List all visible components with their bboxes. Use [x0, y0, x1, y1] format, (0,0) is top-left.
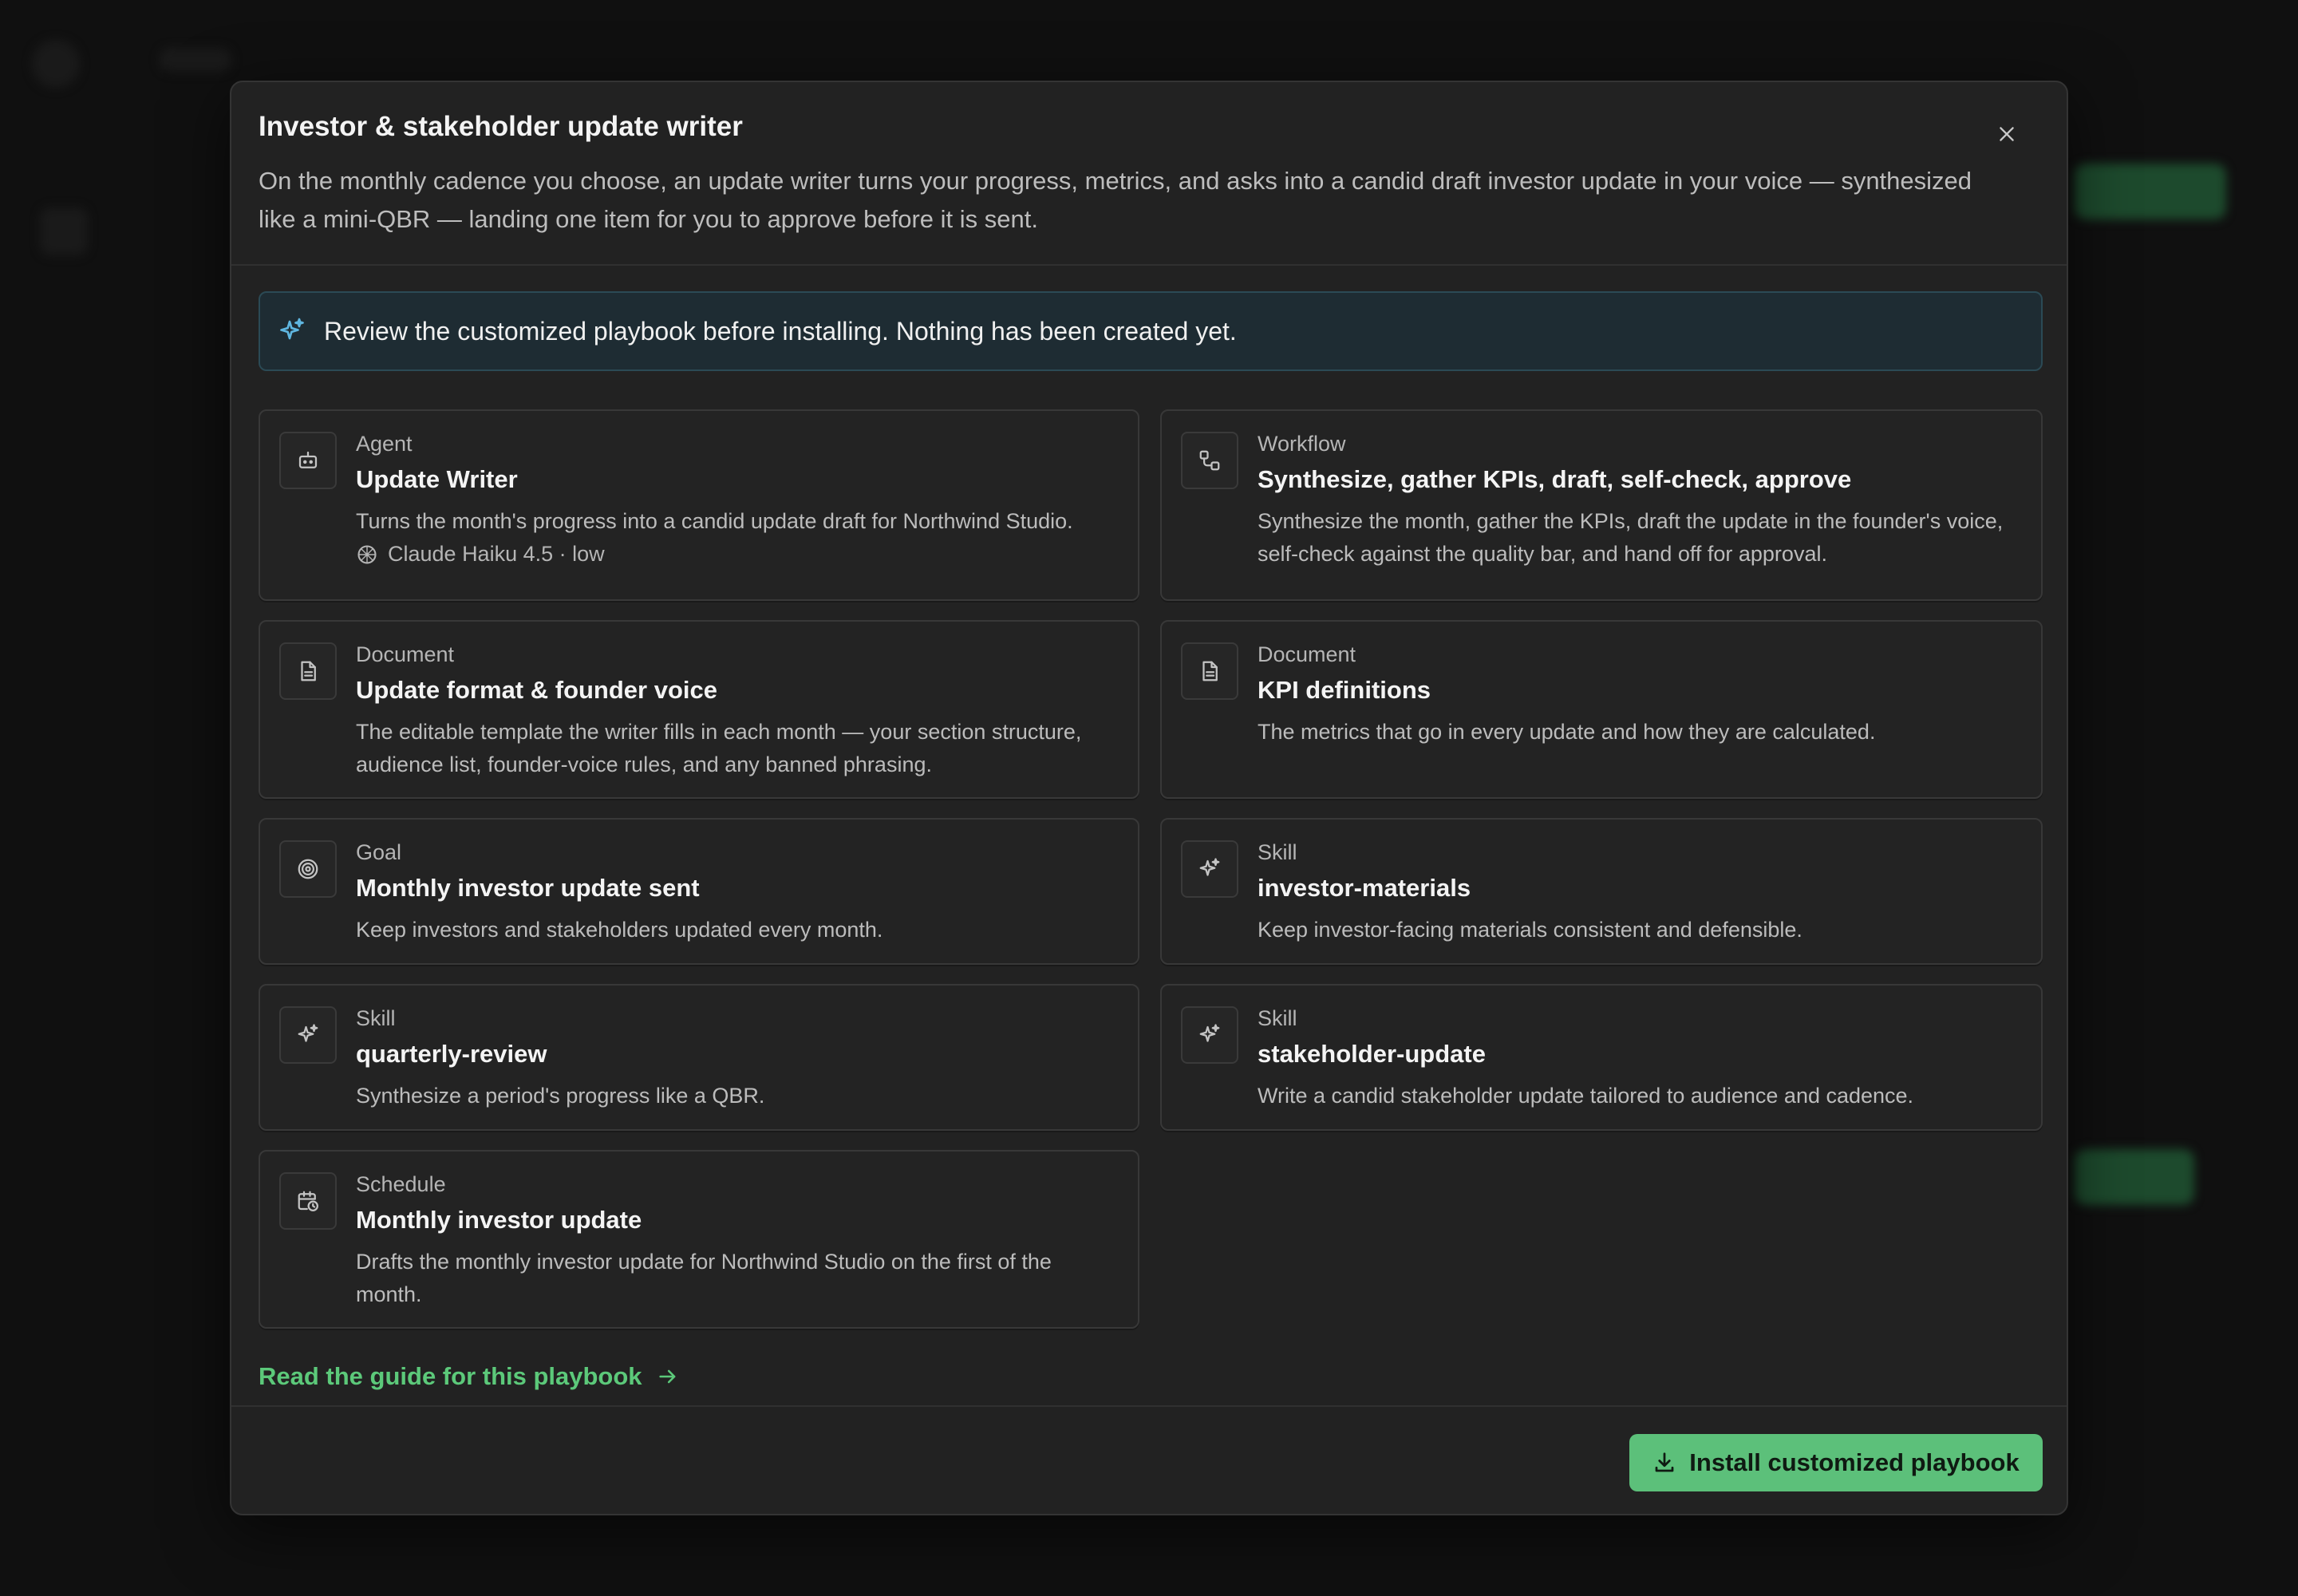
dialog-description: On the monthly cadence you choose, an up… [259, 167, 1972, 233]
card-type: Goal [356, 840, 402, 864]
sparkles-icon [280, 318, 304, 340]
card-title: Monthly investor update [356, 1206, 642, 1234]
dialog-title: Investor & stakeholder update writer [259, 111, 743, 142]
guide-link-label: Read the guide for this playbook [259, 1362, 642, 1390]
card-description: The metrics that go in every update and … [1258, 720, 1876, 744]
calendar-clock-icon [279, 1172, 337, 1230]
review-notice: Review the customized playbook before in… [259, 291, 2043, 371]
arrow-right-icon [658, 1369, 675, 1384]
card-skill-stakeholder-update[interactable]: Skill stakeholder-update Write a candid … [1160, 984, 2043, 1131]
card-workflow[interactable]: Workflow Synthesize, gather KPIs, draft,… [1160, 409, 2043, 601]
install-button-label: Install customized playbook [1689, 1448, 2020, 1476]
card-skill-investor-materials[interactable]: Skill investor-materials Keep investor-f… [1160, 818, 2043, 965]
bot-icon [279, 432, 337, 489]
card-title: quarterly-review [356, 1040, 547, 1068]
card-type: Agent [356, 432, 413, 456]
card-document-update-format[interactable]: Document Update format & founder voice T… [259, 620, 1139, 799]
notice-text: Review the customized playbook before in… [324, 316, 1237, 346]
card-title: Update Writer [356, 465, 518, 493]
document-icon [1181, 642, 1238, 700]
sparkles-icon [1181, 1006, 1238, 1064]
close-button[interactable] [1987, 114, 2027, 154]
guide-link[interactable]: Read the guide for this playbook [259, 1362, 679, 1391]
card-title: stakeholder-update [1258, 1040, 1486, 1068]
sparkles-icon [1181, 840, 1238, 898]
target-icon [279, 840, 337, 898]
card-type: Schedule [356, 1172, 446, 1196]
workflow-icon [1181, 432, 1238, 489]
card-description: Synthesize the month, gather the KPIs, d… [1258, 509, 2004, 566]
card-description: Keep investors and stakeholders updated … [356, 918, 883, 942]
card-description: Write a candid stakeholder update tailor… [1258, 1084, 1914, 1108]
model-label: Claude Haiku 4.5 · low [388, 542, 605, 566]
dialog-header: Investor & stakeholder update writer On … [231, 82, 2067, 266]
card-description: The editable template the writer fills i… [356, 720, 1082, 776]
card-title: Synthesize, gather KPIs, draft, self-che… [1258, 465, 1852, 493]
card-type: Document [356, 642, 455, 666]
card-description: Turns the month's progress into a candid… [356, 509, 1073, 533]
download-icon [1655, 1452, 1674, 1472]
model-icon [357, 544, 377, 564]
close-icon [2000, 127, 2014, 141]
playbook-dialog: Investor & stakeholder update writer On … [230, 81, 2068, 1515]
card-description: Drafts the monthly investor update for N… [356, 1250, 1052, 1306]
card-goal[interactable]: Goal Monthly investor update sent Keep i… [259, 818, 1139, 965]
card-document-kpi-definitions[interactable]: Document KPI definitions The metrics tha… [1160, 620, 2043, 799]
card-type: Skill [1258, 840, 1297, 864]
card-type: Skill [1258, 1006, 1297, 1030]
card-description: Keep investor-facing materials consisten… [1258, 918, 1802, 942]
card-agent-update-writer[interactable]: Agent Update Writer Turns the month's pr… [259, 409, 1139, 601]
card-type: Document [1258, 642, 1356, 666]
card-skill-quarterly-review[interactable]: Skill quarterly-review Synthesize a peri… [259, 984, 1139, 1131]
card-schedule[interactable]: Schedule Monthly investor update Drafts … [259, 1150, 1139, 1329]
card-title: KPI definitions [1258, 676, 1431, 704]
dialog-footer: Install customized playbook [231, 1405, 2067, 1514]
sparkles-icon [279, 1006, 337, 1064]
card-title: Update format & founder voice [356, 676, 717, 704]
card-description: Synthesize a period's progress like a QB… [356, 1084, 765, 1108]
card-type: Workflow [1258, 432, 1346, 456]
card-title: investor-materials [1258, 874, 1471, 902]
card-type: Skill [356, 1006, 396, 1030]
install-playbook-button[interactable]: Install customized playbook [1629, 1434, 2043, 1491]
card-model-meta: Claude Haiku 4.5 · low [356, 542, 605, 567]
document-icon [279, 642, 337, 700]
card-title: Monthly investor update sent [356, 874, 700, 902]
